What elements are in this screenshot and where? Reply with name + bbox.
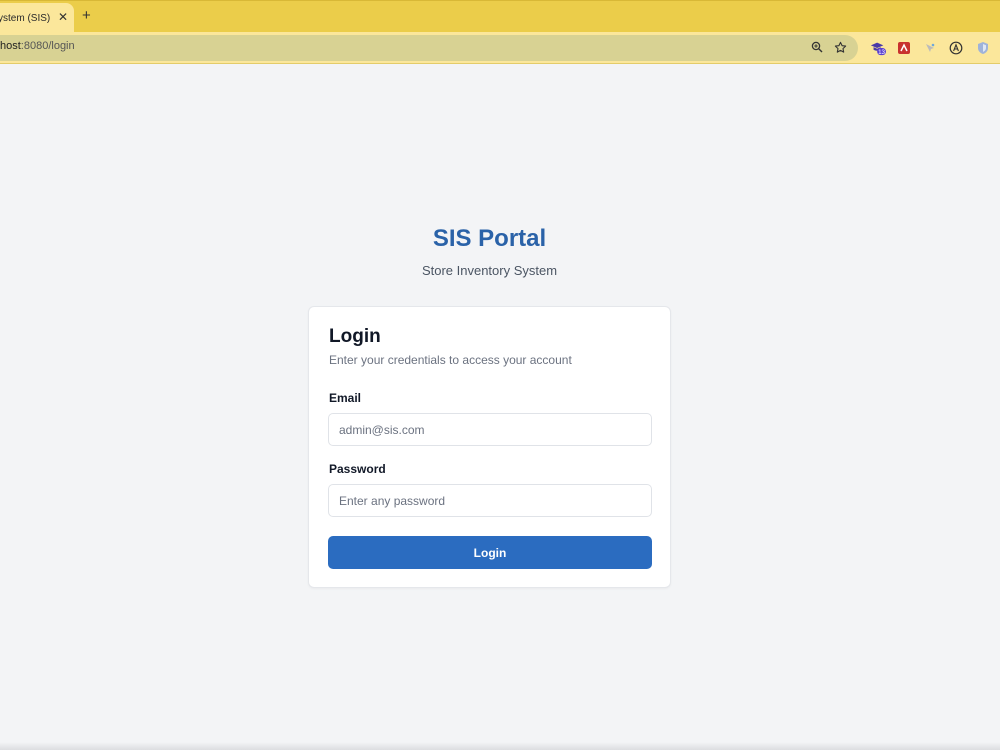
shield-extension-icon[interactable] [975,40,991,56]
bookmark-star-icon[interactable] [832,39,848,55]
page-title: SIS Portal [432,225,547,252]
browser-tab-strip: ystem (SIS) ✕ + [0,0,1000,33]
tab-close-icon[interactable]: ✕ [58,10,68,24]
window-bottom-edge [0,742,1000,750]
red-extension-icon[interactable] [896,40,912,56]
circle-a-extension-icon[interactable] [948,40,964,56]
url-host: host [0,40,21,52]
password-label: Password [329,462,386,476]
extension-badge: 13 [878,49,885,56]
email-label: Email [329,391,362,405]
login-card: Login Enter your credentials to access y… [308,306,671,588]
tab-title: ystem (SIS) [0,12,51,24]
browser-tab[interactable]: ystem (SIS) ✕ [0,3,74,33]
email-field[interactable] [328,413,652,446]
graduation-cap-extension-icon[interactable]: 13 [870,40,886,56]
password-field[interactable] [328,484,652,517]
url-text: host:8080/login [0,40,75,52]
cursor-extension-icon[interactable] [922,40,938,56]
zoom-icon[interactable] [809,39,825,55]
address-bar[interactable]: host:8080/login [0,35,858,61]
login-button[interactable]: Login [328,536,652,569]
page-subtitle: Store Inventory System [421,263,558,278]
url-path: :8080/login [20,40,75,52]
browser-toolbar: host:8080/login [0,32,1000,64]
login-title: Login [329,326,381,347]
new-tab-button[interactable]: + [82,7,91,25]
login-description: Enter your credentials to access your ac… [329,353,572,367]
